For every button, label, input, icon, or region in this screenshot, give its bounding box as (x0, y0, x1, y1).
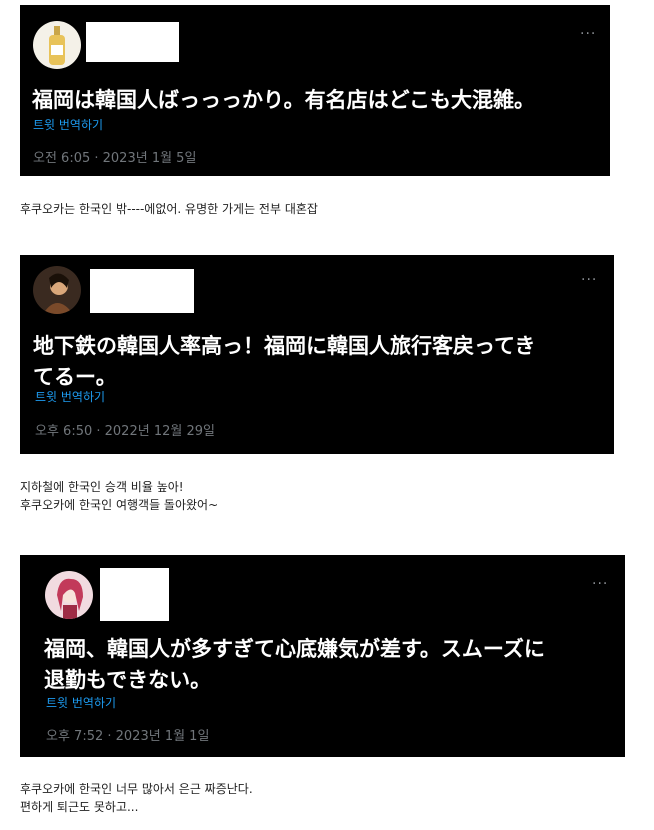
more-options-icon[interactable]: ··· (592, 577, 608, 591)
anime-avatar-icon (57, 578, 83, 619)
caption-3: 후쿠오카에 한국인 너무 많아서 은근 짜증난다. 편하게 퇴근도 못하고... (20, 782, 253, 814)
tweet-text: 福岡、韓国人が多すぎて心底嫌気が差す。スムーズに 退勤もできない。 (44, 637, 545, 692)
tweet-timestamp[interactable]: 오전 6:05 · 2023년 1월 5일 (33, 151, 196, 167)
tweet-text: 福岡は韓国人ばっっっかり。有名店はどこも大混雑。 (32, 88, 535, 112)
more-options-icon[interactable]: ··· (581, 273, 597, 287)
redacted-username (100, 568, 169, 621)
tweet-card-3[interactable]: ··· 福岡、韓国人が多すぎて心底嫌気が差す。スムーズに 退勤もできない。 트윗… (20, 555, 625, 757)
user-photo-icon (43, 273, 73, 314)
tweet-card-2[interactable]: ··· 地下鉄の韓国人率高っ！福岡に韓国人旅行客戻ってき てるー。 트윗 번역하… (20, 255, 614, 454)
avatar-illustration[interactable] (45, 571, 93, 619)
bottle-icon (49, 26, 65, 65)
avatar-photo[interactable] (33, 266, 81, 314)
caption-2: 지하철에 한국인 승객 비율 높아! 후쿠오카에 한국인 여행객들 돌아왔어~ (20, 480, 219, 512)
translate-tweet-link[interactable]: 트윗 번역하기 (33, 118, 103, 132)
tweet-timestamp[interactable]: 오후 7:52 · 2023년 1월 1일 (46, 729, 209, 745)
translate-tweet-link[interactable]: 트윗 번역하기 (46, 696, 116, 710)
tweet-text: 地下鉄の韓国人率高っ！福岡に韓国人旅行客戻ってき てるー。 (33, 334, 536, 389)
redacted-username (90, 269, 194, 313)
tweet-card-1[interactable]: ··· 福岡は韓国人ばっっっかり。有名店はどこも大混雑。 트윗 번역하기 오전 … (20, 5, 610, 176)
tweet-timestamp[interactable]: 오후 6:50 · 2022년 12월 29일 (35, 424, 215, 440)
caption-1: 후쿠오카는 한국인 밖----에없어. 유명한 가게는 전부 대혼잡 (20, 202, 318, 216)
redacted-username (86, 22, 179, 62)
more-options-icon[interactable]: ··· (580, 27, 596, 41)
translate-tweet-link[interactable]: 트윗 번역하기 (35, 390, 105, 404)
avatar-bottle[interactable] (33, 21, 81, 69)
